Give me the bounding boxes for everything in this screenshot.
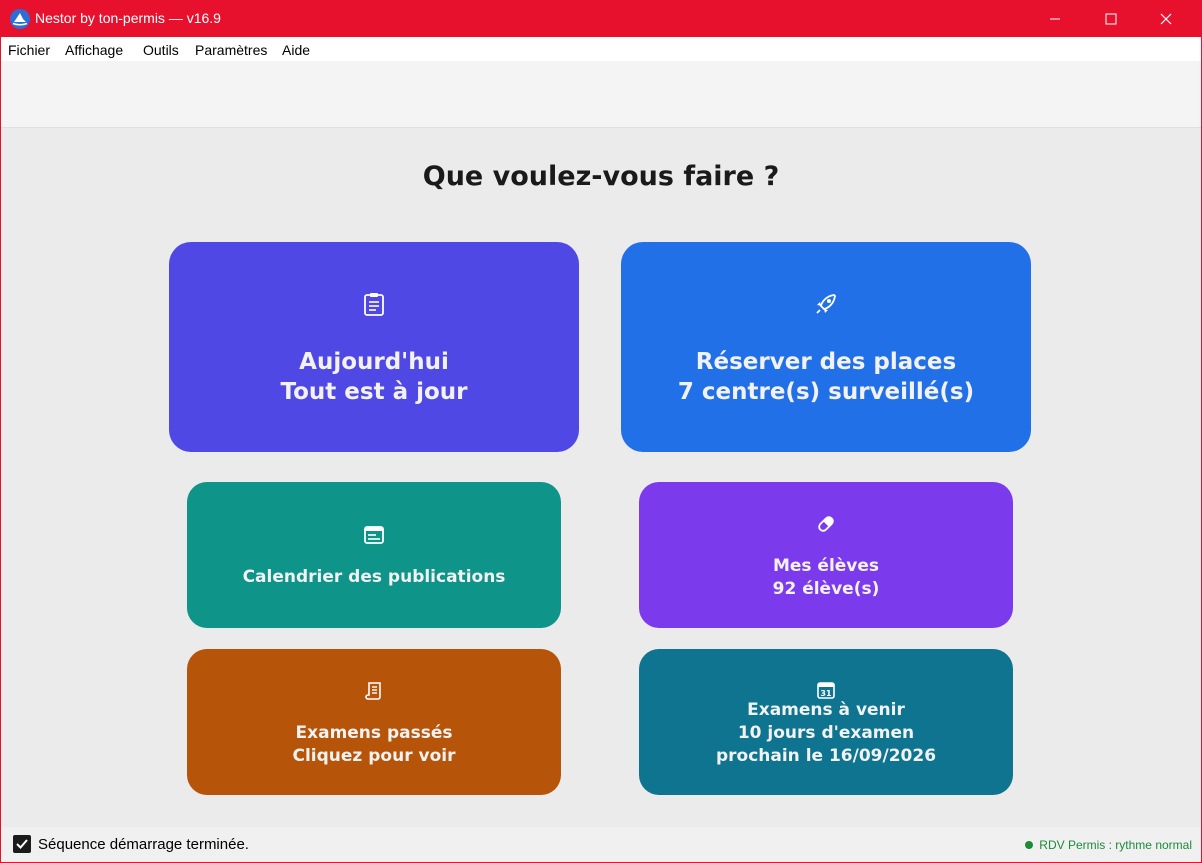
newspaper-icon xyxy=(364,526,384,544)
minimize-icon xyxy=(1050,18,1060,20)
rocket-icon xyxy=(816,294,836,314)
close-icon xyxy=(1160,13,1172,25)
page-title: Que voulez-vous faire ? xyxy=(422,161,780,192)
startup-checkbox[interactable] xyxy=(13,835,31,853)
scroll-icon xyxy=(365,682,381,700)
today-title: Aujourd'hui xyxy=(299,349,449,375)
rdv-status-text: RDV Permis : rythme normal xyxy=(1039,838,1192,852)
menu-fichier[interactable]: Fichier xyxy=(8,42,50,58)
past-exams-title: Examens passés xyxy=(295,723,453,743)
status-bar: Séquence démarrage terminée. RDV Permis … xyxy=(1,827,1201,862)
status-message: Séquence démarrage terminée. xyxy=(38,836,249,853)
toolbar-area xyxy=(1,61,1201,128)
upcoming-exams-tile[interactable]: 31 Examens à venir 10 jours d'examen pro… xyxy=(639,649,1013,795)
upcoming-exams-title: Examens à venir xyxy=(747,700,905,720)
reserve-title: Réserver des places xyxy=(695,349,957,375)
minimize-button[interactable] xyxy=(1032,1,1078,37)
app-window: Nestor by ton-permis — v16.9 Fichier Aff… xyxy=(0,0,1202,863)
students-count: 92 élève(s) xyxy=(772,579,880,599)
pill-icon xyxy=(818,516,834,532)
app-logo-icon xyxy=(10,9,30,29)
today-tile[interactable]: Aujourd'hui Tout est à jour xyxy=(169,242,579,452)
window-title: Nestor by ton-permis — v16.9 xyxy=(35,10,221,26)
upcoming-exams-days: 10 jours d'examen xyxy=(737,723,915,743)
clipboard-icon xyxy=(364,293,384,316)
menu-parametres[interactable]: Paramètres xyxy=(195,42,267,58)
students-tile[interactable]: Mes élèves 92 élève(s) xyxy=(639,482,1013,628)
calendar-publications-title: Calendrier des publications xyxy=(242,567,506,587)
reserve-subtitle: 7 centre(s) surveillé(s) xyxy=(677,379,975,405)
reserve-tile[interactable]: Réserver des places 7 centre(s) surveill… xyxy=(621,242,1031,452)
upcoming-exams-next: prochain le 16/09/2026 xyxy=(715,746,937,766)
close-button[interactable] xyxy=(1143,1,1189,37)
maximize-button[interactable] xyxy=(1088,1,1134,37)
today-subtitle: Tout est à jour xyxy=(280,379,468,405)
rdv-status: RDV Permis : rythme normal xyxy=(1025,838,1192,852)
past-exams-subtitle: Cliquez pour voir xyxy=(292,746,456,766)
menu-bar: Fichier Affichage Outils Paramètres Aide xyxy=(1,37,1201,61)
maximize-icon xyxy=(1105,13,1117,25)
calendar-publications-tile[interactable]: Calendrier des publications xyxy=(187,482,561,628)
menu-aide[interactable]: Aide xyxy=(282,42,310,58)
title-bar: Nestor by ton-permis — v16.9 xyxy=(1,1,1201,37)
calendar-31-icon: 31 xyxy=(817,682,835,699)
students-title: Mes élèves xyxy=(772,556,880,576)
status-dot-icon xyxy=(1025,841,1034,849)
svg-text:31: 31 xyxy=(820,689,832,698)
menu-affichage[interactable]: Affichage xyxy=(65,42,123,58)
checkmark-icon xyxy=(16,839,28,849)
menu-outils[interactable]: Outils xyxy=(143,42,179,58)
past-exams-tile[interactable]: Examens passés Cliquez pour voir xyxy=(187,649,561,795)
